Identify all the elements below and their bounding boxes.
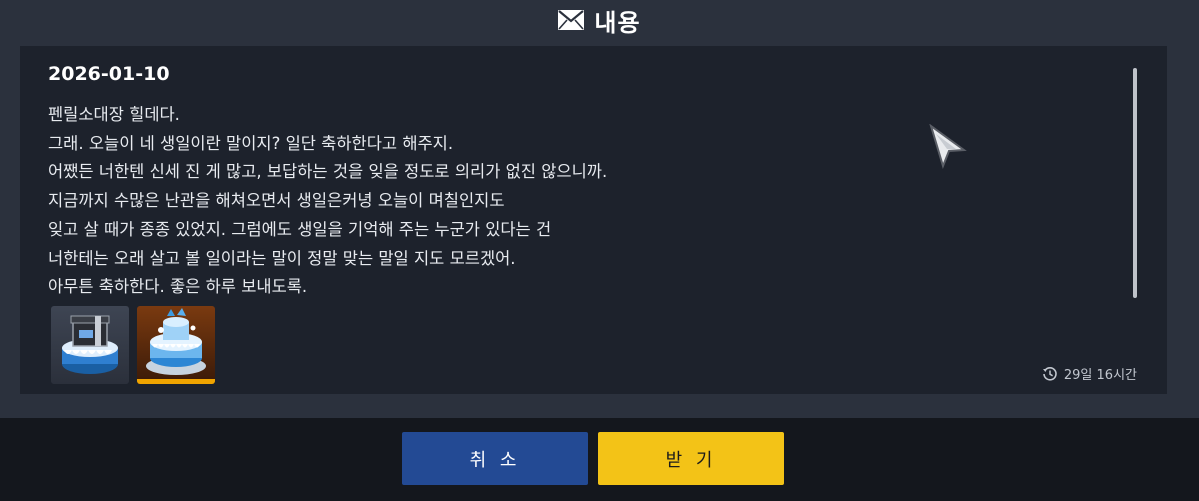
cancel-button[interactable]: 취 소 [402, 432, 588, 485]
rarity-bar [137, 379, 215, 384]
mail-content-panel: 2026-01-10 펜릴소대장 힐데다. 그래. 오늘이 네 생일이란 말이지… [20, 46, 1167, 394]
dialog-title: 내용 [594, 8, 641, 37]
attachment-item-blue-cake[interactable] [137, 306, 215, 384]
mail-body-line: 지금까지 수많은 난관을 해쳐오면서 생일은커녕 오늘이 며칠인지도 [48, 191, 505, 211]
mail-body-line: 너한테는 오래 살고 볼 일이라는 말이 정말 맞는 말일 지도 모르겠어. [48, 248, 516, 268]
history-clock-icon [1042, 366, 1057, 381]
envelope-icon [558, 10, 585, 30]
attachment-item-gift-cake[interactable] [51, 306, 129, 384]
dialog-footer: 취 소 받 기 [0, 418, 1199, 501]
gift-cake-icon [62, 315, 118, 374]
attachment-list [51, 306, 215, 384]
expiry-text: 29일 16시간 [1063, 368, 1137, 383]
mail-body-line: 잊고 살 때가 종종 있었지. 그럼에도 생일을 기억해 주는 누군가 있다는 … [48, 219, 552, 239]
mail-scrollbar[interactable] [1133, 68, 1137, 298]
mail-date: 2026-01-10 [48, 63, 170, 85]
expiry-timer: 29일 16시간 [1042, 364, 1137, 383]
dialog-header: 내용 [0, 0, 1199, 40]
mail-body-line: 아무튼 축하한다. 좋은 하루 보내도록. [48, 277, 308, 297]
blue-cake-icon [146, 308, 206, 375]
mouse-cursor-icon [929, 124, 967, 170]
receive-button[interactable]: 받 기 [598, 432, 784, 485]
